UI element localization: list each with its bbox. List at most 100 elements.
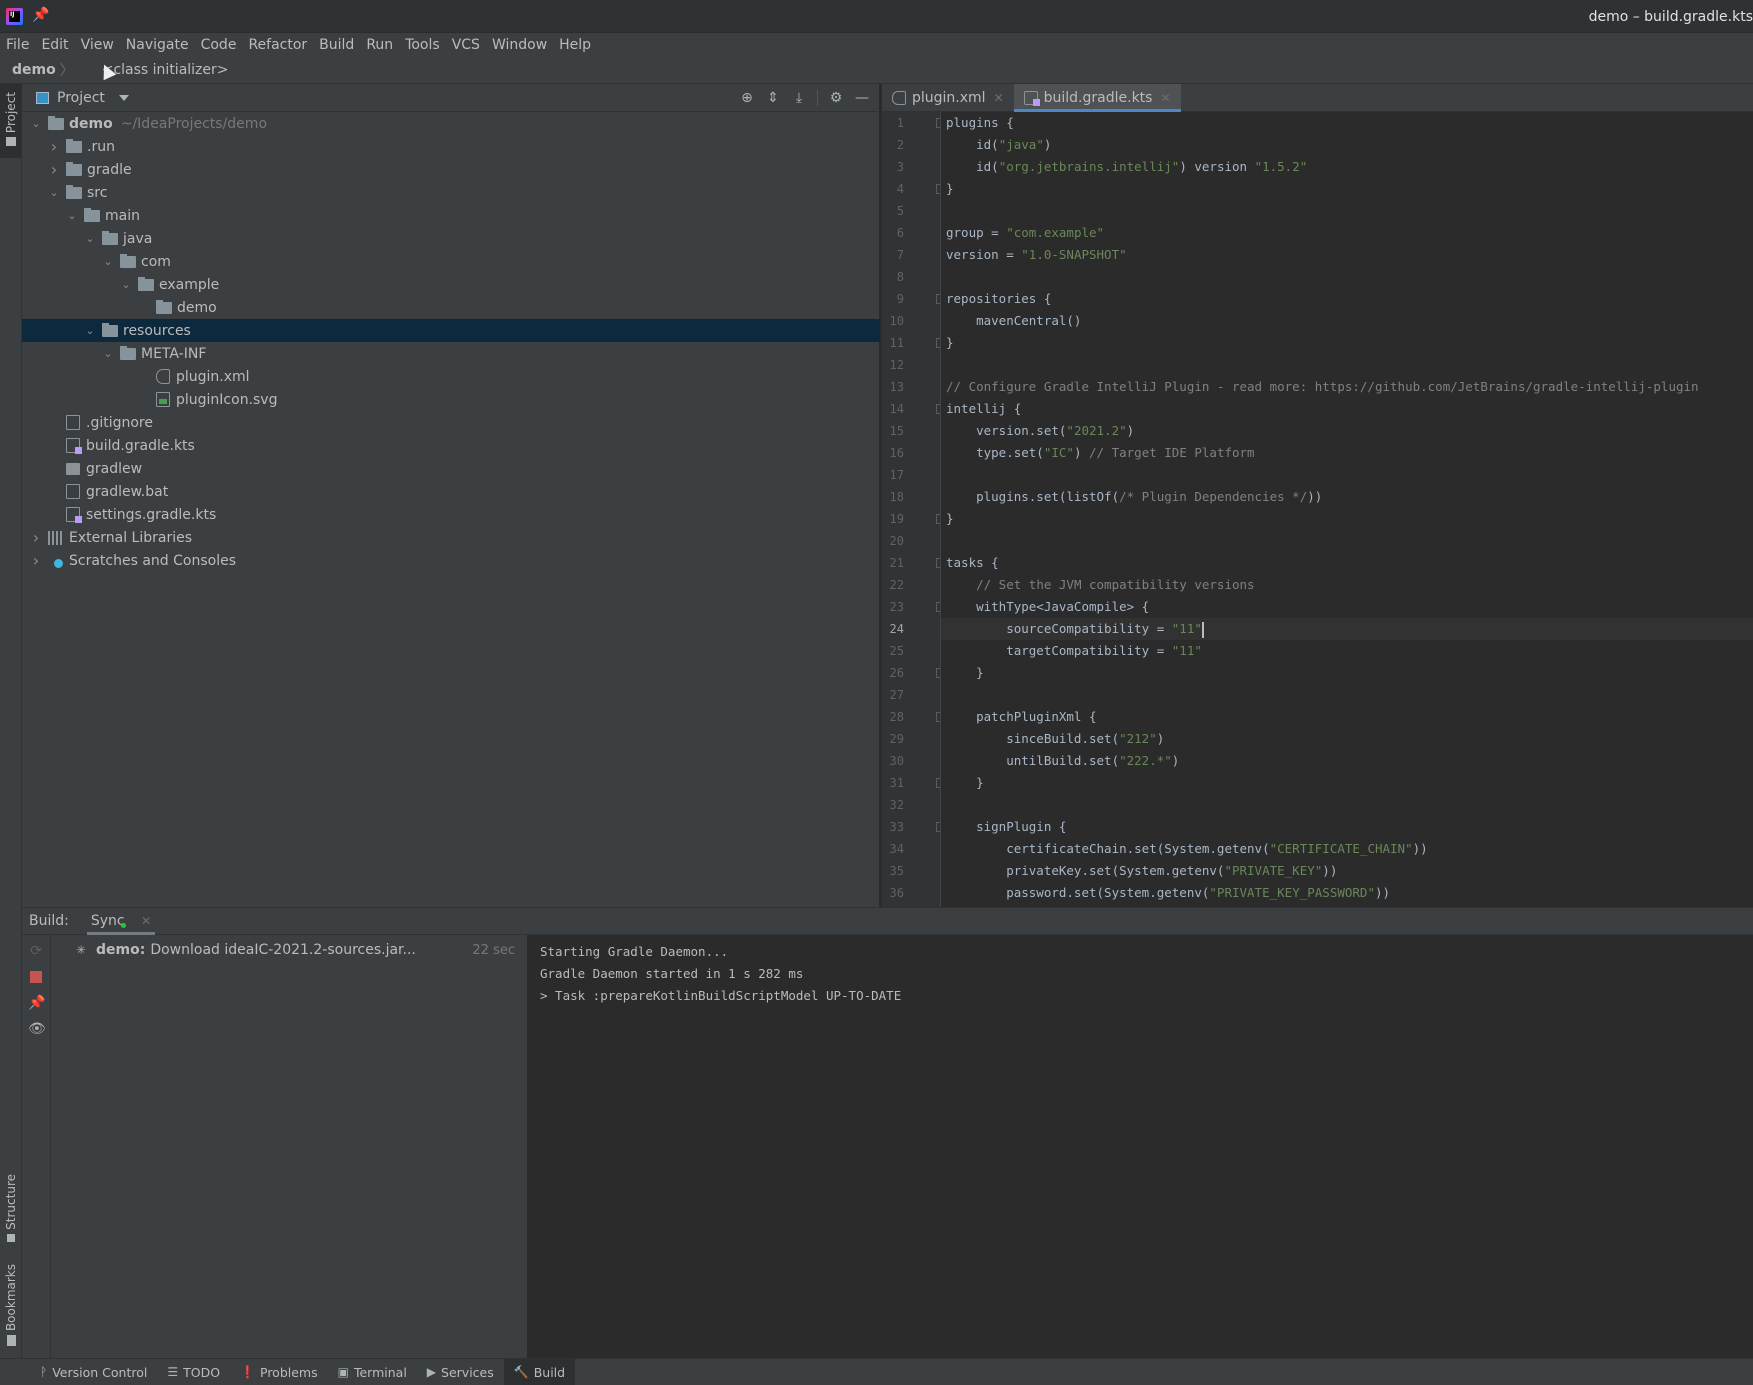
tool-tab-structure[interactable]: Structure — [0, 1174, 22, 1260]
tree-item[interactable]: › Scratches and Consoles — [22, 549, 880, 572]
build-panel-label: Build: — [29, 913, 69, 929]
chevron-right-icon[interactable]: › — [30, 528, 42, 547]
editor-tab-build-gradle-kts[interactable]: build.gradle.kts ✕ — [1013, 84, 1181, 112]
chevron-down-icon[interactable]: ⌄ — [102, 255, 114, 268]
editor-tab-plugin-xml[interactable]: plugin.xml ✕ — [882, 84, 1014, 112]
menu-file[interactable]: File — [6, 37, 35, 53]
chevron-right-icon[interactable]: › — [30, 551, 42, 570]
line-number: 18 — [889, 490, 904, 504]
tree-item[interactable]: gradlew.bat — [22, 480, 880, 503]
code-editor[interactable]: plugins { id("java") id("org.jetbrains.i… — [940, 112, 1753, 907]
build-icon: 🔨 — [513, 1365, 529, 1379]
services-icon: ▶ — [426, 1365, 437, 1379]
tree-item[interactable]: › .run — [22, 135, 880, 158]
tree-item[interactable]: ⌄ resources — [22, 319, 880, 342]
code-line: mavenCentral() — [946, 310, 1081, 332]
build-task-row[interactable]: ✳ demo: Download ideaIC-2021.2-sources.j… — [76, 939, 521, 961]
tool-window-problems[interactable]: ❗ Problems — [230, 1359, 328, 1385]
tree-item-label: demo — [177, 299, 217, 316]
chevron-down-icon[interactable]: ⌄ — [84, 324, 96, 337]
tree-item[interactable]: ⌄ com — [22, 250, 880, 273]
tab-sync[interactable]: Sync ✕ — [86, 907, 156, 935]
project-panel-title[interactable]: Project — [57, 90, 105, 106]
tool-window-todo[interactable]: ☰ TODO — [157, 1359, 230, 1385]
tree-item[interactable]: ⌄ META-INF — [22, 342, 880, 365]
tool-tab-project[interactable]: Project — [0, 84, 22, 158]
menu-vcs[interactable]: VCS — [452, 37, 486, 53]
tree-item[interactable]: › External Libraries — [22, 526, 880, 549]
tree-item[interactable]: demo — [22, 296, 880, 319]
code-token: ) — [1156, 731, 1165, 746]
line-number: 8 — [896, 270, 904, 284]
close-icon[interactable]: ✕ — [141, 914, 151, 928]
tree-item[interactable]: › gradle — [22, 158, 880, 181]
tool-window-terminal[interactable]: ▣ Terminal — [328, 1359, 417, 1385]
menu-tools[interactable]: Tools — [405, 37, 446, 53]
tool-tab-project-label: Project — [4, 92, 18, 134]
line-number: 1 — [896, 116, 904, 130]
tree-item[interactable]: build.gradle.kts — [22, 434, 880, 457]
menu-build[interactable]: Build — [319, 37, 360, 53]
chevron-right-icon[interactable]: › — [48, 137, 60, 156]
chevron-down-icon[interactable]: ⌄ — [66, 209, 78, 222]
tool-window-version-control[interactable]: ᚹ Version Control — [30, 1359, 157, 1385]
tool-window-label: Problems — [260, 1364, 318, 1380]
chevron-down-icon[interactable] — [118, 94, 129, 101]
tree-item[interactable]: ⌄ java — [22, 227, 880, 250]
line-number: 13 — [889, 380, 904, 394]
module-icon — [48, 115, 64, 130]
expand-all-icon[interactable]: ⇕ — [763, 89, 783, 107]
chevron-down-icon[interactable]: ⌄ — [120, 278, 132, 291]
gear-icon[interactable]: ⚙ — [826, 89, 846, 107]
code-token: )) — [1412, 841, 1428, 856]
intellij-logo-icon: IJ — [6, 8, 23, 25]
folder-icon — [120, 345, 136, 360]
locate-icon[interactable]: ⊕ — [737, 89, 757, 107]
chevron-down-icon[interactable]: ⌄ — [84, 232, 96, 245]
tree-item[interactable]: plugin.xml — [22, 365, 880, 388]
tool-window-build[interactable]: 🔨 Build — [503, 1358, 576, 1385]
chevron-down-icon[interactable]: ⌄ — [48, 186, 60, 199]
stop-icon[interactable] — [30, 971, 42, 983]
pin-icon[interactable]: 📌 — [28, 995, 45, 1011]
chevron-down-icon[interactable]: ⌄ — [30, 117, 42, 130]
tree-item[interactable]: ⌄ main — [22, 204, 880, 227]
tree-item[interactable]: ⌄ example — [22, 273, 880, 296]
chevron-down-icon[interactable]: ⌄ — [102, 347, 114, 360]
tool-tab-bookmarks[interactable]: Bookmarks — [0, 1264, 22, 1354]
code-line: signPlugin { — [946, 816, 1066, 838]
build-console[interactable]: Starting Gradle Daemon... Gradle Daemon s… — [528, 935, 1753, 1358]
menu-view[interactable]: View — [81, 37, 120, 53]
breadcrumb-separator: 〉 — [59, 63, 74, 79]
tree-item[interactable]: .gitignore — [22, 411, 880, 434]
rerun-icon[interactable]: ⟳ — [28, 943, 44, 959]
close-icon[interactable]: ✕ — [994, 91, 1004, 105]
tree-item[interactable]: ⌄ demo ~/IdeaProjects/demo — [22, 112, 880, 135]
chevron-right-icon[interactable]: › — [48, 160, 60, 179]
menu-run[interactable]: Run — [366, 37, 399, 53]
breadcrumb-project[interactable]: demo — [12, 62, 56, 78]
eye-icon[interactable]: 👁 — [28, 1021, 46, 1037]
tree-item[interactable]: settings.gradle.kts — [22, 503, 880, 526]
menu-navigate[interactable]: Navigate — [126, 37, 195, 53]
tool-window-services[interactable]: ▶ Services — [417, 1359, 504, 1385]
menu-help[interactable]: Help — [559, 37, 597, 53]
tree-item[interactable]: pluginIcon.svg — [22, 388, 880, 411]
code-token: version.set( — [946, 423, 1067, 438]
menu-edit[interactable]: Edit — [41, 37, 74, 53]
code-token: sinceBuild.set( — [946, 731, 1120, 746]
pin-icon[interactable]: 📌 — [32, 7, 49, 25]
tree-item[interactable]: gradlew — [22, 457, 880, 480]
menu-code[interactable]: Code — [201, 37, 243, 53]
menu-refactor[interactable]: Refactor — [248, 37, 313, 53]
tree-item[interactable]: ⌄ src — [22, 181, 880, 204]
code-line: targetCompatibility = "11" — [946, 640, 1202, 662]
folder-icon — [66, 184, 82, 199]
hide-icon[interactable]: — — [852, 89, 872, 107]
close-icon[interactable]: ✕ — [1160, 91, 1170, 105]
collapse-all-icon[interactable]: ⤓ — [789, 89, 809, 107]
spinner-icon: ✳ — [76, 943, 87, 957]
menu-window[interactable]: Window — [492, 37, 553, 53]
build-toolbar: ⟳ 📌 👁 — [22, 935, 51, 1358]
breadcrumb-item[interactable]: <class initializer> — [102, 62, 229, 78]
